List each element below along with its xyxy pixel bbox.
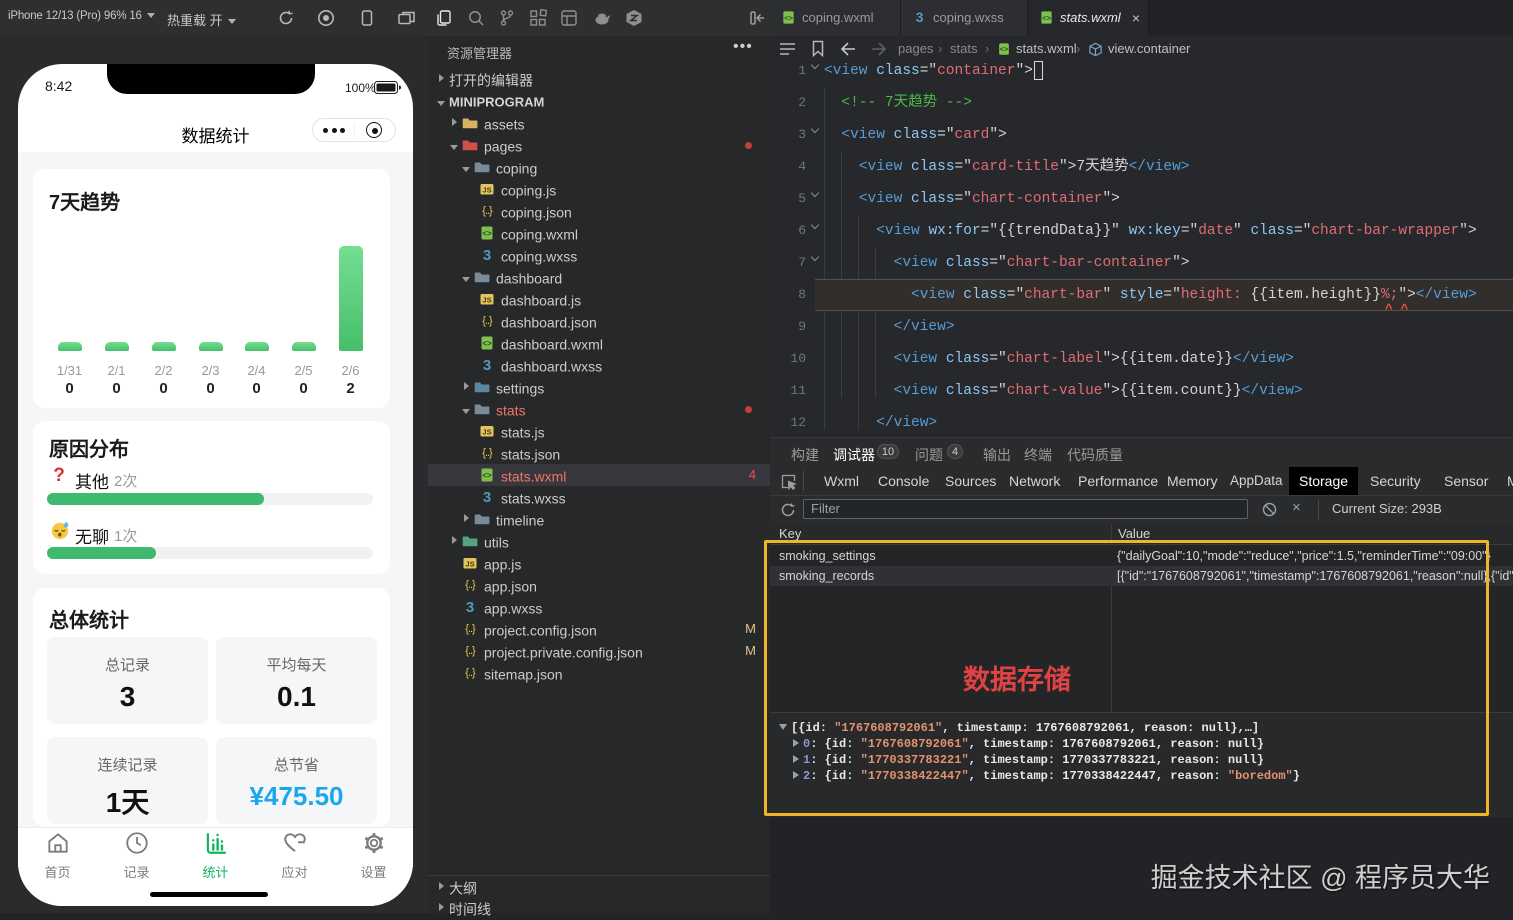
- svg-text:<>: <>: [1000, 47, 1008, 54]
- svg-text:<>: <>: [482, 471, 492, 480]
- svg-text:JS: JS: [482, 428, 491, 437]
- svg-text:JS: JS: [482, 296, 491, 305]
- svg-text:<>: <>: [1042, 13, 1051, 22]
- svg-text:JS: JS: [465, 560, 474, 569]
- svg-text:3: 3: [916, 10, 924, 25]
- svg-text:3: 3: [483, 357, 491, 373]
- svg-text:JS: JS: [482, 186, 491, 195]
- svg-text:3: 3: [483, 247, 491, 263]
- svg-text:3: 3: [466, 599, 474, 615]
- svg-text:<>: <>: [784, 13, 793, 22]
- svg-text:?: ?: [53, 465, 65, 485]
- svg-text:3: 3: [483, 489, 491, 505]
- svg-text:<>: <>: [482, 339, 492, 348]
- svg-text:<>: <>: [482, 229, 492, 238]
